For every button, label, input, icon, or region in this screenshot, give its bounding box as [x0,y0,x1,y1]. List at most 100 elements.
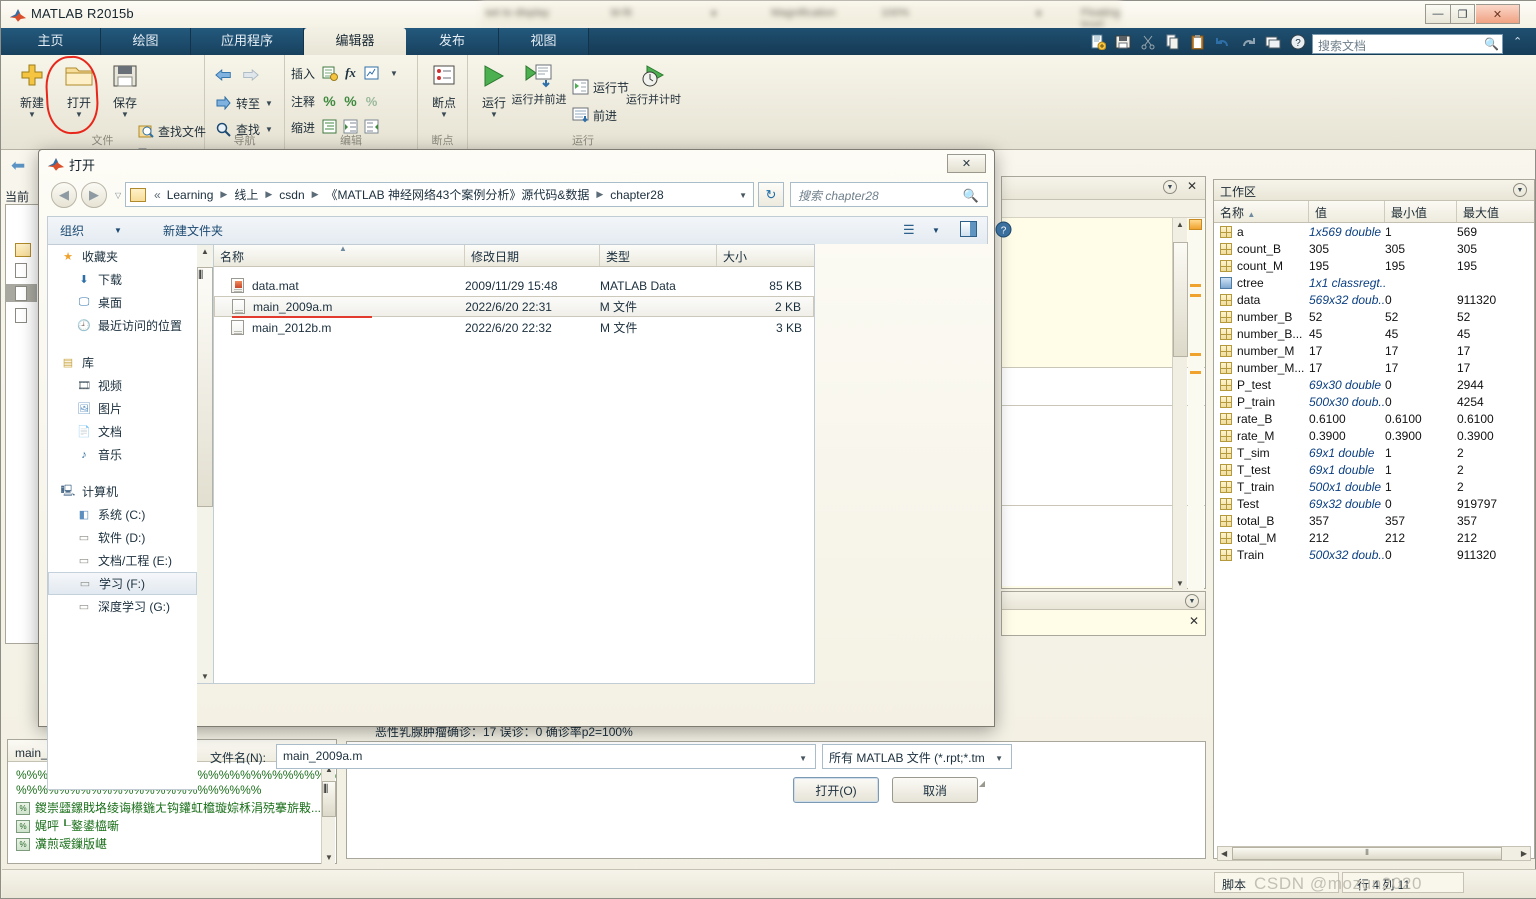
comment-percent-icon[interactable]: % [321,93,338,110]
chevron-down-icon[interactable]: ▼ [390,69,398,78]
new-folder-button[interactable]: 新建文件夹 [163,222,223,239]
help-icon[interactable]: ? [1288,32,1307,51]
chevron-down-icon[interactable]: ▼ [265,99,273,108]
close-icon[interactable]: ✕ [1189,614,1199,628]
preview-pane-icon[interactable] [960,221,977,237]
workspace-row[interactable]: rate_M 0.3900 0.3900 0.3900 [1214,427,1534,444]
close-icon[interactable]: ✕ [1187,179,1197,193]
breakpoints-button[interactable]: 断点 ▼ [418,60,470,119]
breadcrumb-chapter28[interactable]: chapter28 [608,188,665,202]
nav-item-11[interactable]: 🖳 计算机 [48,480,197,503]
panel-menu-icon[interactable]: ▼ [1163,180,1177,194]
tab-home[interactable]: 主页 [1,28,101,55]
cut-icon[interactable] [1138,32,1157,51]
workspace-row[interactable]: Test 69x32 double 0 919797 [1214,495,1534,512]
chevron-down-icon[interactable]: ▼ [799,754,807,763]
back-arrow-icon[interactable]: ⬅ [11,156,25,176]
column-header-name[interactable]: 名称 ▲ [214,244,465,266]
run-time-button[interactable]: 运行并计时 [626,60,681,106]
chevron-down-icon[interactable]: ▼ [6,111,58,119]
chevron-down-icon[interactable]: ▼ [418,111,470,119]
workspace-row[interactable]: P_train 500x30 doub... 0 4254 [1214,393,1534,410]
search-icon[interactable]: 🔍 [1484,37,1499,51]
layout-icon[interactable] [1263,32,1282,51]
nav-item-6[interactable]: 🎞 视频 [48,374,197,397]
workspace-row[interactable]: ctree 1x1 classregt... [1214,274,1534,291]
advance-button[interactable]: 前进 [572,103,617,127]
address-bar[interactable]: « Learning ▶ 线上 ▶ csdn ▶ 《MATLAB 神经网络43个… [125,182,754,207]
uncomment-icon[interactable]: % [342,93,359,110]
panel-menu-icon[interactable]: ▼ [1185,594,1199,608]
nav-item-2[interactable]: 🖵 桌面 [48,291,197,314]
chevron-down-icon[interactable]: ▼ [932,226,940,235]
workspace-horizontal-scrollbar[interactable]: ◀ ⦀ ▶ [1217,846,1531,861]
collapse-ribbon-icon[interactable]: ⌃ [1513,35,1522,48]
nav-forward-button[interactable]: ▶ [81,182,107,208]
cancel-button[interactable]: 取消 [892,777,978,803]
nav-item-16[interactable]: ▭ 深度学习 (G:) [48,595,197,618]
workspace-row[interactable]: number_M... 17 17 17 [1214,359,1534,376]
insert-block-icon[interactable] [321,65,338,82]
nav-item-15[interactable]: ▭ 学习 (F:) [48,572,197,595]
workspace-row[interactable]: T_train 500x1 double 1 2 [1214,478,1534,495]
chevron-down-icon[interactable]: ▼ [114,226,122,235]
paste-icon[interactable] [1188,32,1207,51]
help-icon[interactable]: ? [995,221,1012,241]
nav-item-12[interactable]: ◧ 系统 (C:) [48,503,197,526]
tab-view[interactable]: 视图 [499,28,589,55]
breadcrumb-xianshang[interactable]: 线上 [232,186,260,203]
workspace-row[interactable]: count_B 305 305 305 [1214,240,1534,257]
new-script-icon[interactable] [1088,32,1107,51]
column-header-max[interactable]: 最大值 [1457,201,1527,222]
copy-icon[interactable] [1163,32,1182,51]
open-button[interactable]: 打开 ▼ [53,60,105,119]
navpane-scrollbar[interactable]: ▲ ⦀ ▼ [197,244,213,684]
nav-history-icon[interactable]: ▽ [115,191,121,200]
nav-item-13[interactable]: ▭ 软件 (D:) [48,526,197,549]
breadcrumb-overflow[interactable]: « [150,188,165,202]
organize-button[interactable]: 组织 [60,222,84,239]
save-button[interactable]: 保存 ▼ [99,60,151,119]
column-header-modified[interactable]: 修改日期 [465,245,600,266]
workspace-row[interactable]: P_test 69x30 double 0 2944 [1214,376,1534,393]
redo-icon[interactable] [1238,32,1257,51]
file-row[interactable]: main_2009a.m 2022/6/20 22:31 M 文件 2 KB [214,296,814,318]
chevron-down-icon[interactable]: ▼ [99,111,151,119]
search-docs-input[interactable]: 搜索文档 [1312,34,1503,54]
resize-grip[interactable]: ◢ [979,779,985,788]
nav-item-8[interactable]: 📄 文档 [48,420,197,443]
dialog-close-button[interactable]: ✕ [947,154,986,173]
undo-icon[interactable] [1213,32,1232,51]
nav-back-button[interactable] [215,63,263,87]
editor-vertical-scrollbar[interactable]: ▲ ▼ [1172,218,1188,590]
workspace-row[interactable]: number_M 17 17 17 [1214,342,1534,359]
comment-button[interactable]: 注释 % % % [291,89,384,113]
save-icon[interactable] [1113,32,1132,51]
new-button[interactable]: 新建 ▼ [6,60,58,119]
column-header-value[interactable]: 值 [1309,201,1385,222]
chevron-down-icon[interactable]: ▼ [468,111,520,119]
workspace-row[interactable]: data 569x32 doub... 0 911320 [1214,291,1534,308]
breadcrumb-source[interactable]: 《MATLAB 神经网络43个案例分析》源代码&数据 [324,186,592,203]
view-mode-icon[interactable]: ☰ [903,222,915,238]
run-section-button[interactable]: 运行节 [572,75,629,99]
open-confirm-button[interactable]: 打开(O) [793,777,879,803]
nav-back-button[interactable]: ◀ [51,182,77,208]
tab-editor[interactable]: 编辑器 [304,28,406,55]
filename-input[interactable]: main_2009a.m ▼ [276,744,816,769]
column-header-size[interactable]: 大小 [717,245,814,266]
workspace-row[interactable]: a 1x569 double 1 569 [1214,223,1534,240]
window-minimize-button[interactable]: — [1425,4,1450,24]
file-row[interactable]: main_2012b.m 2022/6/20 22:32 M 文件 3 KB [214,317,814,338]
file-row[interactable]: data.mat 2009/11/29 15:48 MATLAB Data 85 KB [214,275,814,296]
nav-item-5[interactable]: ▤ 库 [48,351,197,374]
workspace-row[interactable]: T_sim 69x1 double 1 2 [1214,444,1534,461]
goto-button[interactable]: 转至 ▼ [215,91,273,115]
function-fx-icon[interactable]: fx [342,65,359,82]
run-advance-button[interactable]: 运行并前进 [510,60,568,106]
nav-item-0[interactable]: ★ 收藏夹 [48,245,197,268]
nav-item-7[interactable]: 🖼 图片 [48,397,197,420]
workspace-row[interactable]: number_B 52 52 52 [1214,308,1534,325]
workspace-row[interactable]: number_B... 45 45 45 [1214,325,1534,342]
workspace-row[interactable]: total_B 357 357 357 [1214,512,1534,529]
